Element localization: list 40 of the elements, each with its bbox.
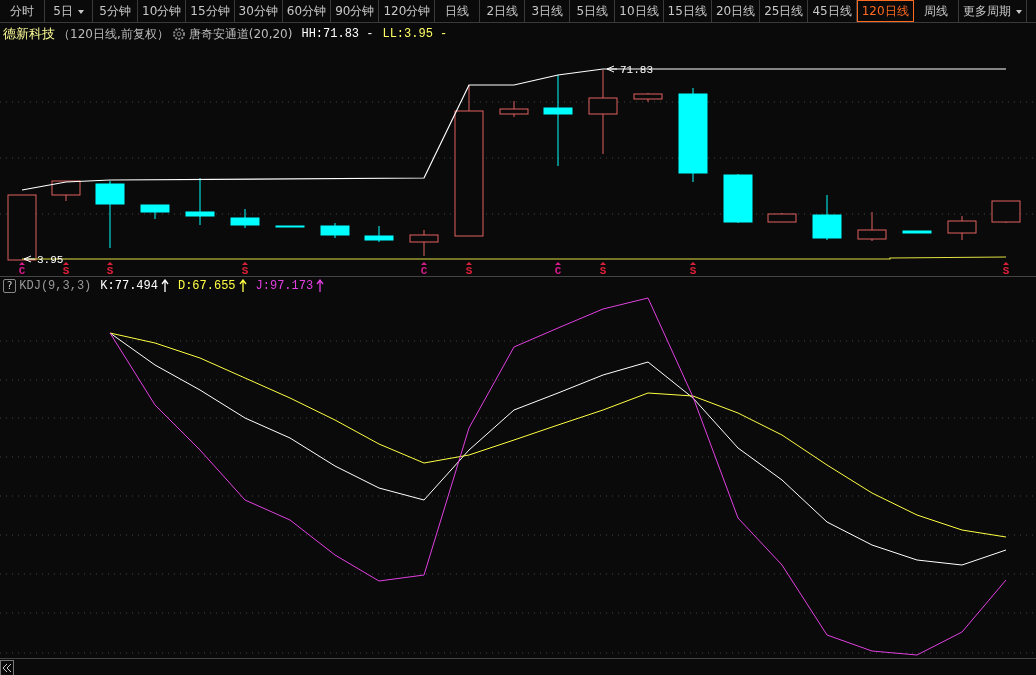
indicator-value: HH:71.83 - bbox=[301, 26, 374, 43]
stock-name: 德新科技 bbox=[3, 25, 55, 44]
indicator-value: LL:3.95 - bbox=[382, 26, 448, 43]
low-price-label: 3.95 bbox=[37, 254, 64, 266]
candlestick bbox=[185, 177, 215, 226]
double-chevron-icon bbox=[2, 662, 12, 673]
period-note: （120日线,前复权） bbox=[58, 26, 169, 43]
candlestick bbox=[947, 215, 977, 241]
candlestick bbox=[95, 180, 125, 249]
high-price-label: 71.83 bbox=[620, 64, 653, 76]
candlestick bbox=[902, 230, 932, 234]
indicator-value: D:67.655 bbox=[177, 277, 236, 295]
pointer-arrow-icon bbox=[23, 255, 36, 263]
candlestick bbox=[633, 92, 663, 103]
candlestick bbox=[364, 225, 394, 243]
up-arrow-icon bbox=[238, 279, 247, 292]
candlestick bbox=[499, 100, 529, 118]
candlestick bbox=[275, 225, 305, 228]
pointer-arrow-icon bbox=[606, 65, 618, 73]
candlestick bbox=[230, 208, 260, 229]
indicator-value: J:97.173 bbox=[255, 277, 314, 295]
candlestick bbox=[723, 173, 753, 224]
scroll-left-button[interactable] bbox=[0, 659, 14, 675]
indicator-name: 唐奇安通道(20,20) bbox=[188, 26, 293, 43]
candlestick bbox=[51, 180, 81, 202]
indicator-value: K:77.494 bbox=[100, 277, 158, 295]
candlestick bbox=[812, 194, 842, 241]
up-arrow-icon bbox=[160, 279, 169, 292]
candlestick bbox=[991, 200, 1021, 224]
candlestick bbox=[140, 204, 170, 220]
gear-icon[interactable] bbox=[171, 27, 186, 41]
up-arrow-icon bbox=[316, 279, 325, 292]
candlestick bbox=[7, 194, 37, 261]
candlestick bbox=[767, 212, 797, 223]
candlestick bbox=[320, 222, 350, 239]
help-button[interactable]: ? bbox=[3, 278, 17, 293]
candlestick bbox=[409, 229, 439, 257]
candlestick bbox=[857, 211, 887, 242]
period-tab[interactable]: 120日线 bbox=[856, 0, 914, 22]
indicator-name: KDJ(9,3,3) bbox=[19, 277, 92, 295]
